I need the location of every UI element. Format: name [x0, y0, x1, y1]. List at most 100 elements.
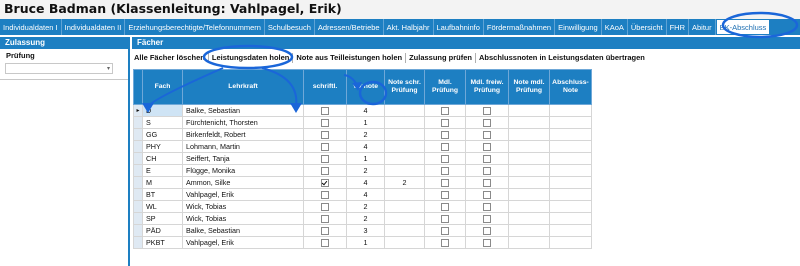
cell-vornote[interactable]: 4 — [346, 176, 385, 189]
mdl-freiw-pruefung-checkbox[interactable] — [483, 202, 491, 211]
cell-vornote[interactable]: 2 — [346, 164, 385, 177]
cell-note-schr-pruefung[interactable] — [384, 188, 425, 201]
cell-schriftl[interactable] — [303, 116, 347, 129]
cell-note-mdl-pruefung[interactable] — [508, 152, 550, 165]
table-row[interactable]: PÄD Balke, Sebastian 3 — [133, 224, 592, 237]
tab-schulbesuch[interactable]: Schulbesuch — [265, 19, 315, 35]
mdl-pruefung-checkbox[interactable] — [441, 106, 449, 115]
cell-mdl-pruefung[interactable] — [424, 152, 466, 165]
cell-mdl-pruefung[interactable] — [424, 176, 466, 189]
cell-note-schr-pruefung[interactable] — [384, 140, 425, 153]
cell-note-schr-pruefung[interactable] — [384, 152, 425, 165]
cell-schriftl[interactable] — [303, 164, 347, 177]
cell-note-schr-pruefung[interactable] — [384, 128, 425, 141]
row-selector[interactable] — [133, 152, 143, 165]
cell-fach[interactable]: D — [142, 104, 183, 117]
cell-note-mdl-pruefung[interactable] — [508, 212, 550, 225]
mdl-freiw-pruefung-checkbox[interactable] — [483, 226, 491, 235]
mdl-freiw-pruefung-checkbox[interactable] — [483, 214, 491, 223]
cell-abschluss-note[interactable] — [549, 140, 592, 153]
column-header-7[interactable]: Note mdl. Prüfung — [508, 69, 550, 105]
mdl-pruefung-checkbox[interactable] — [441, 202, 449, 211]
cell-fach[interactable]: E — [142, 164, 183, 177]
cell-lehrkraft[interactable]: Vahlpagel, Erik — [182, 188, 304, 201]
tab-laufbahninfo[interactable]: Laufbahninfo — [434, 19, 484, 35]
schriftl-checkbox[interactable] — [321, 166, 329, 175]
row-selector[interactable] — [133, 116, 143, 129]
cell-note-mdl-pruefung[interactable] — [508, 116, 550, 129]
schriftl-checkbox[interactable] — [321, 238, 329, 247]
cell-fach[interactable]: BT — [142, 188, 183, 201]
tab-erziehungsberechtigte-telefonnummern[interactable]: Erziehungsberechtigte/Telefonnummern — [125, 19, 265, 35]
tab-adressen-betriebe[interactable]: Adressen/Betriebe — [315, 19, 384, 35]
row-selector[interactable] — [133, 200, 143, 213]
cell-abschluss-note[interactable] — [549, 212, 592, 225]
cell-mdl-pruefung[interactable] — [424, 188, 466, 201]
mdl-pruefung-checkbox[interactable] — [441, 142, 449, 151]
cell-mdl-freiw-pruefung[interactable] — [465, 164, 509, 177]
table-row[interactable]: GG Birkenfeldt, Robert 2 — [133, 128, 592, 141]
schriftl-checkbox[interactable] — [321, 154, 329, 163]
column-header-8[interactable]: Abschluss-Note — [549, 69, 592, 105]
cell-vornote[interactable]: 4 — [346, 140, 385, 153]
schriftl-checkbox[interactable] — [321, 130, 329, 139]
mdl-freiw-pruefung-checkbox[interactable] — [483, 190, 491, 199]
cell-abschluss-note[interactable] — [549, 104, 592, 117]
cell-vornote[interactable]: 2 — [346, 212, 385, 225]
table-row[interactable]: SP Wick, Tobias 2 — [133, 212, 592, 225]
table-row[interactable]: ▸ D Balke, Sebastian 4 — [133, 104, 592, 117]
row-selector[interactable] — [133, 236, 143, 249]
mdl-pruefung-checkbox[interactable] — [441, 154, 449, 163]
column-header-1[interactable]: Lehrkraft — [182, 69, 304, 105]
column-header-5[interactable]: Mdl. Prüfung — [424, 69, 466, 105]
cell-note-schr-pruefung[interactable] — [384, 212, 425, 225]
cell-schriftl[interactable] — [303, 152, 347, 165]
cell-note-mdl-pruefung[interactable] — [508, 140, 550, 153]
tab-akt-halbjahr[interactable]: Akt. Halbjahr — [384, 19, 434, 35]
cell-abschluss-note[interactable] — [549, 200, 592, 213]
cell-schriftl[interactable] — [303, 140, 347, 153]
cell-note-schr-pruefung[interactable] — [384, 236, 425, 249]
cell-mdl-pruefung[interactable] — [424, 164, 466, 177]
cell-schriftl[interactable] — [303, 176, 347, 189]
cell-mdl-freiw-pruefung[interactable] — [465, 152, 509, 165]
tab-fördermaßnahmen[interactable]: Fördermaßnahmen — [484, 19, 556, 35]
cell-schriftl[interactable] — [303, 128, 347, 141]
table-row[interactable]: PKBT Vahlpagel, Erik 1 — [133, 236, 592, 249]
cell-mdl-freiw-pruefung[interactable] — [465, 104, 509, 117]
mdl-pruefung-checkbox[interactable] — [441, 178, 449, 187]
cell-lehrkraft[interactable]: Wick, Tobias — [182, 200, 304, 213]
cell-vornote[interactable]: 1 — [346, 152, 385, 165]
cell-mdl-pruefung[interactable] — [424, 236, 466, 249]
mdl-pruefung-checkbox[interactable] — [441, 130, 449, 139]
toolbar-button-1[interactable]: Leistungsdaten holen — [210, 50, 292, 66]
cell-mdl-freiw-pruefung[interactable] — [465, 188, 509, 201]
mdl-pruefung-checkbox[interactable] — [441, 214, 449, 223]
row-selector[interactable] — [133, 176, 143, 189]
row-selector[interactable] — [133, 164, 143, 177]
cell-lehrkraft[interactable]: Vahlpagel, Erik — [182, 236, 304, 249]
cell-lehrkraft[interactable]: Balke, Sebastian — [182, 104, 304, 117]
mdl-pruefung-checkbox[interactable] — [441, 226, 449, 235]
toolbar-button-2[interactable]: Note aus Teilleistungen holen — [294, 50, 404, 66]
cell-mdl-pruefung[interactable] — [424, 212, 466, 225]
pruefung-select[interactable]: ▾ — [5, 63, 113, 74]
cell-schriftl[interactable] — [303, 212, 347, 225]
row-selector[interactable]: ▸ — [133, 104, 143, 117]
mdl-pruefung-checkbox[interactable] — [441, 118, 449, 127]
table-row[interactable]: CH Seiffert, Tanja 1 — [133, 152, 592, 165]
cell-lehrkraft[interactable]: Wick, Tobias — [182, 212, 304, 225]
cell-note-mdl-pruefung[interactable] — [508, 104, 550, 117]
cell-abschluss-note[interactable] — [549, 236, 592, 249]
cell-abschluss-note[interactable] — [549, 188, 592, 201]
cell-vornote[interactable]: 1 — [346, 116, 385, 129]
row-selector[interactable] — [133, 188, 143, 201]
cell-mdl-freiw-pruefung[interactable] — [465, 200, 509, 213]
row-selector[interactable] — [133, 140, 143, 153]
cell-vornote[interactable]: 3 — [346, 224, 385, 237]
mdl-freiw-pruefung-checkbox[interactable] — [483, 154, 491, 163]
cell-lehrkraft[interactable]: Birkenfeldt, Robert — [182, 128, 304, 141]
table-row[interactable]: PHY Lohmann, Martin 4 — [133, 140, 592, 153]
cell-lehrkraft[interactable]: Lohmann, Martin — [182, 140, 304, 153]
mdl-pruefung-checkbox[interactable] — [441, 238, 449, 247]
